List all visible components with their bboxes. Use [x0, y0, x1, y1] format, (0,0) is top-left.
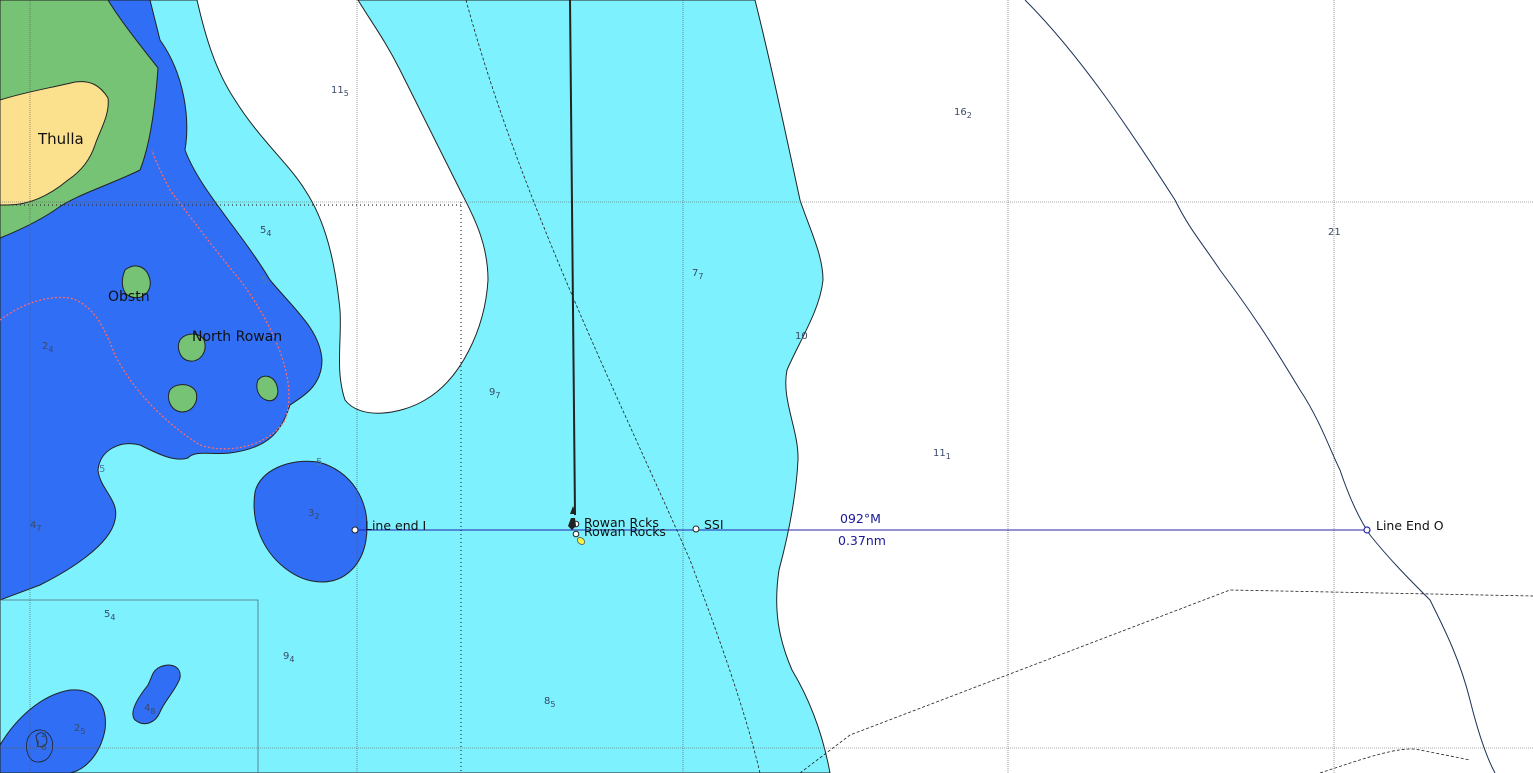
- place-label-thulla: Thulla: [38, 130, 84, 148]
- islet-north-rowan-b: [168, 384, 198, 413]
- leg-distance: 0.37nm: [838, 533, 886, 548]
- nautical-chart[interactable]: Thulla Obstn North Rowan 115 162 54 77 2…: [0, 0, 1533, 773]
- depth-sounding: 32: [308, 508, 320, 521]
- depth-sounding: 48: [144, 703, 156, 716]
- place-label-obstn: Obstn: [108, 289, 150, 305]
- contour-label: 5: [99, 464, 106, 475]
- depth-sounding: 54: [260, 225, 272, 238]
- contour-label: 10: [795, 331, 808, 342]
- contour-label: 5: [261, 275, 268, 286]
- rowan-rocks-point[interactable]: [572, 530, 580, 538]
- mark-label-line-end-o[interactable]: Line End O: [1376, 519, 1444, 533]
- line-end-o-point[interactable]: [1363, 526, 1371, 534]
- depth-sounding: 24: [42, 341, 54, 354]
- depth-sounding: 162: [954, 107, 972, 120]
- depth-sounding: 111: [933, 448, 951, 461]
- depth-sounding: 21: [1328, 227, 1341, 238]
- depth-sounding: 54: [104, 609, 116, 622]
- fairway-dashed-line-south: [1319, 748, 1471, 773]
- depth-sounding: 97: [489, 387, 501, 400]
- mark-label-rowan-rocks[interactable]: Rowan Rocks: [584, 525, 666, 539]
- contour-label: 5: [316, 457, 323, 468]
- mark-label-ssi[interactable]: SSI: [704, 518, 724, 532]
- line-end-i-point[interactable]: [351, 526, 359, 534]
- depth-sounding: 77: [692, 268, 704, 281]
- depth-sounding: 47: [30, 520, 42, 533]
- deep-contour-line: [1024, 0, 1496, 773]
- leg-bearing: 092°M: [840, 511, 881, 526]
- depth-sounding: 25: [74, 723, 86, 736]
- place-label-north-rowan: North Rowan: [192, 329, 283, 345]
- depth-sounding: 94: [283, 651, 295, 664]
- depth-sounding: 85: [544, 696, 556, 709]
- chart-graphics: [0, 0, 1533, 773]
- mark-label-line-end-i[interactable]: Line end I: [365, 519, 426, 533]
- ssi-point[interactable]: [692, 525, 700, 533]
- fairway-dashed-line-east: [799, 589, 1533, 773]
- depth-sounding: 2: [41, 729, 48, 740]
- depth-sounding: 115: [331, 85, 349, 98]
